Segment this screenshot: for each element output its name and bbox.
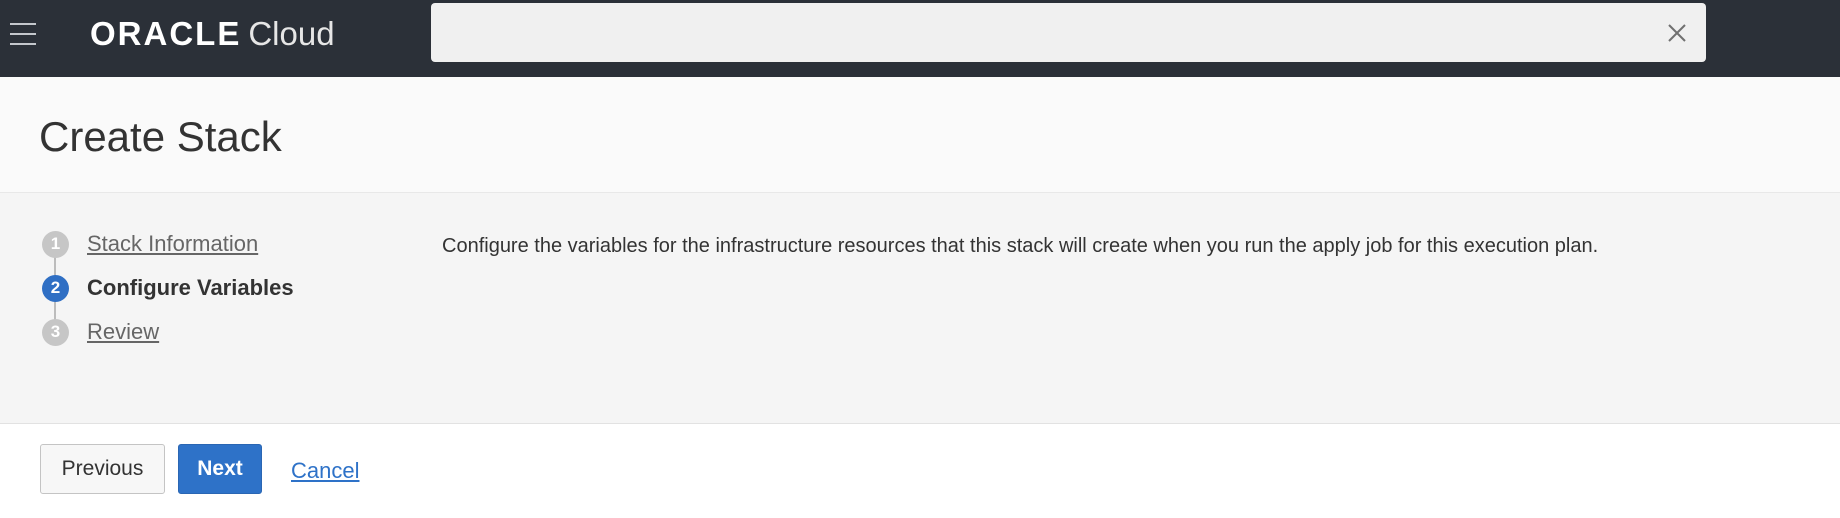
step-stack-information[interactable]: 1 Stack Information [40,229,258,259]
cancel-link[interactable]: Cancel [291,458,359,484]
logo-product: Cloud [248,15,335,52]
step-number-badge: 2 [42,274,69,302]
step-label[interactable]: Review [87,319,159,345]
close-icon[interactable] [1662,18,1692,48]
step-label: Configure Variables [87,275,294,300]
step-number-badge: 1 [42,230,69,258]
previous-button[interactable]: Previous [40,444,165,494]
wizard-steps: 1 Stack Information 2 Configure Variable… [40,229,380,359]
title-area: Create Stack [0,77,1840,192]
next-button[interactable]: Next [178,444,262,494]
hamburger-menu-icon[interactable] [6,20,40,48]
top-header: ORACLE Cloud [0,0,1840,77]
oracle-cloud-logo[interactable]: ORACLE Cloud [90,12,335,56]
step-review[interactable]: 3 Review [40,317,159,347]
wizard-footer: Previous Next Cancel [0,424,1840,518]
step-number-badge: 3 [42,318,69,346]
search-input[interactable] [431,3,1631,62]
step-description: Configure the variables for the infrastr… [442,235,1599,257]
page-title: Create Stack [39,113,282,160]
page: ORACLE Cloud Create Stack 1 Stack Inform… [0,0,1840,518]
wizard-content: 1 Stack Information 2 Configure Variable… [0,192,1840,424]
logo-brand: ORACLE [90,15,242,52]
step-configure-variables: 2 Configure Variables [40,273,294,303]
step-label[interactable]: Stack Information [87,231,258,257]
search-bar [431,3,1706,62]
